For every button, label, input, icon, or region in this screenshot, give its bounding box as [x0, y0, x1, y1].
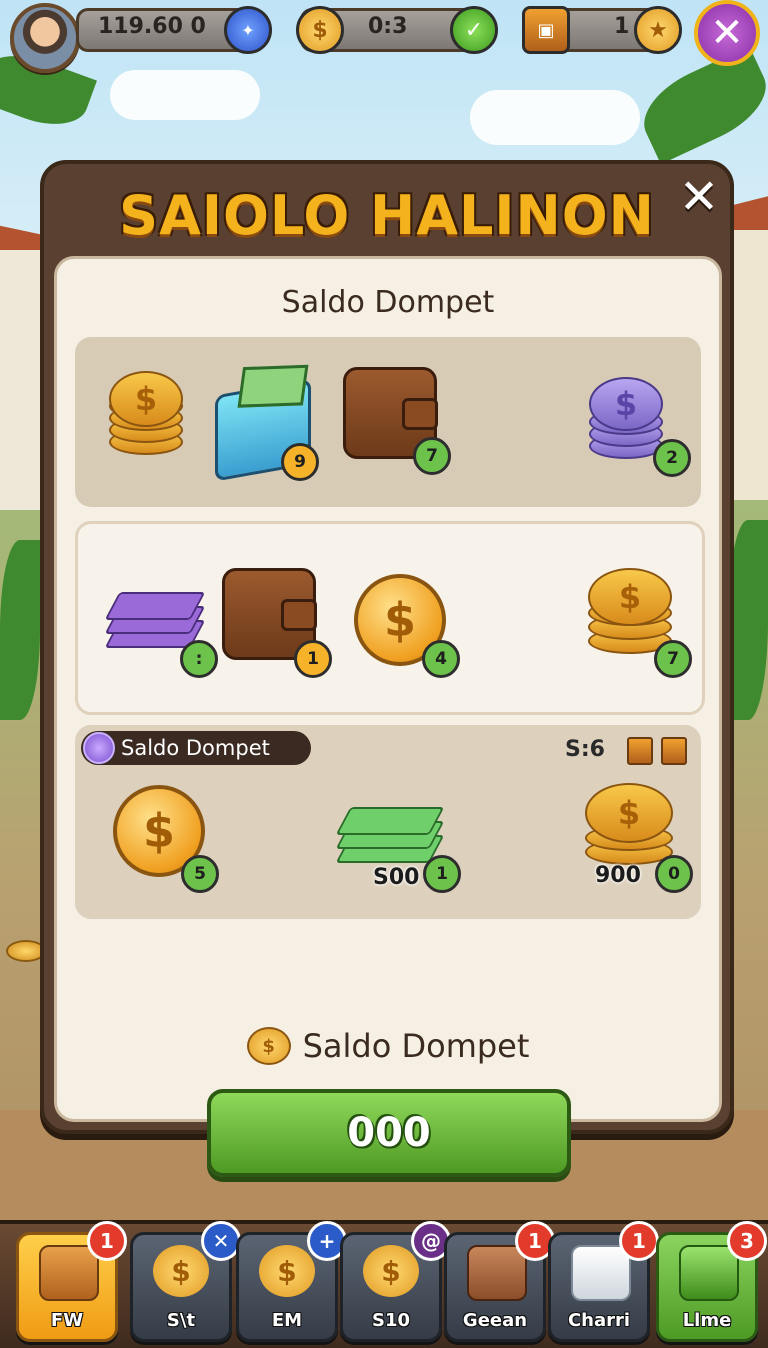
coin-icon: $	[246, 1027, 291, 1065]
gold-coin-stack-item[interactable]: $ 900 0	[585, 783, 693, 893]
item-count-badge: 2	[653, 439, 691, 477]
nav-button-s10[interactable]: $ S10 @	[340, 1221, 451, 1342]
player-avatar[interactable]	[10, 3, 80, 73]
row-tag: S:6	[565, 737, 605, 762]
nav-button-fw[interactable]: FW 1	[16, 1221, 127, 1342]
wallet-cash-item[interactable]: 1	[222, 568, 332, 678]
bush	[0, 540, 40, 720]
chest-icon	[467, 1245, 527, 1301]
green-cash-stack-item[interactable]: S00 1	[335, 791, 461, 893]
blue-gem-icon[interactable]: ✦	[224, 6, 272, 54]
item-count-badge: 7	[413, 437, 451, 475]
wallet-modal: SAIOLO HALINON ✕ Saldo Dompet $ 9 7 $ 2 …	[40, 160, 734, 1177]
purple-coin-stack-item[interactable]: $ 2	[589, 377, 691, 477]
crate-icon	[39, 1245, 99, 1301]
nav-label: FW	[50, 1310, 84, 1331]
level-value: 1	[614, 14, 630, 39]
item-count-badge: 1	[423, 855, 461, 893]
modal-title: SAIOLO HALINON	[119, 184, 655, 247]
palm-leaf	[631, 45, 768, 165]
close-icon[interactable]: ✕	[694, 0, 760, 66]
check-icon[interactable]: ✓	[450, 6, 498, 54]
nav-button-charri[interactable]: Charri 1	[548, 1221, 659, 1342]
green-cash-stack-icon	[335, 791, 445, 863]
star-icon: ★	[634, 6, 682, 54]
purple-gem-icon	[83, 732, 115, 764]
item-amount: 900	[595, 863, 641, 888]
cube-icon	[571, 1245, 631, 1301]
item-amount: S00	[373, 865, 420, 890]
nav-label: Geean	[462, 1310, 528, 1331]
nav-label: Charri	[567, 1310, 631, 1331]
wallet-balance-label: $ Saldo Dompet	[57, 1027, 719, 1065]
notification-badge: 3	[727, 1221, 767, 1261]
wallet-balance-pill: Saldo Dompet	[81, 731, 311, 765]
nav-label: EM	[271, 1310, 303, 1331]
pill-label: Saldo Dompet	[121, 736, 270, 760]
gold-coin-stack-icon: $	[588, 568, 672, 654]
item-count-badge: 9	[281, 443, 319, 481]
gold-coin-stack-item[interactable]: $ 7	[588, 568, 692, 678]
reward-row-3: Saldo Dompet S:6 $ 5 S00 1 $ 900 0	[75, 725, 701, 919]
gold-coin-item[interactable]: $ 5	[113, 785, 219, 893]
bush	[728, 520, 768, 720]
reward-row-2: : 1 $ 4 $ 7	[75, 521, 705, 715]
purple-gem-stack-item[interactable]: :	[104, 580, 218, 678]
coin-icon: $	[363, 1245, 419, 1297]
wallet-item[interactable]: 7	[343, 367, 451, 475]
gold-coin-stack-icon: $	[109, 371, 183, 455]
cloud	[110, 70, 260, 120]
nav-label: S10	[371, 1310, 410, 1331]
timer-value: 0:3	[368, 14, 408, 39]
coin-icon: $	[296, 6, 344, 54]
notification-badge: 1	[619, 1221, 659, 1261]
confirm-button[interactable]: 000	[207, 1089, 571, 1177]
bottom-nav: FW 1 $ S\t ✕ $ EM + $ S10 @ Geean 1 Char…	[0, 1220, 768, 1348]
item-count-badge: :	[180, 640, 218, 678]
chest-icon	[627, 737, 653, 765]
item-count-badge: 4	[422, 640, 460, 678]
modal-body: Saldo Dompet $ 9 7 $ 2: 1 $ 4 $ 7 Saldo…	[54, 256, 722, 1177]
nav-button-geean[interactable]: Geean 1	[444, 1221, 555, 1342]
coins-value: 119.60 0	[98, 14, 206, 39]
coin-stack-icon: $	[153, 1245, 209, 1297]
wallet-header: Saldo Dompet	[281, 285, 495, 320]
notification-badge: 1	[87, 1221, 127, 1261]
item-count-badge: 5	[181, 855, 219, 893]
top-hud: 119.60 0 ✦ $ 0:3 ✓ ▣ 1 ★ ✕	[0, 0, 768, 73]
purple-gem-stack-icon	[104, 580, 206, 650]
cash-bundle-item[interactable]: 9	[215, 378, 319, 482]
green-stack-icon	[679, 1245, 739, 1301]
gold-coin-stack-icon: $	[585, 783, 673, 865]
balance-label-text: Saldo Dompet	[302, 1027, 530, 1065]
chest-icon: ▣	[522, 6, 570, 54]
item-count-badge: 0	[655, 855, 693, 893]
nav-label: Llme	[682, 1310, 732, 1331]
nav-button-em[interactable]: $ EM +	[236, 1221, 347, 1342]
reward-row-1: $ 9 7 $ 2	[75, 337, 701, 507]
notification-badge: ✕	[201, 1221, 241, 1261]
nav-button-sst[interactable]: $ S\t ✕	[130, 1221, 241, 1342]
nav-button-llme[interactable]: Llme 3	[656, 1221, 767, 1342]
cloud	[470, 90, 640, 145]
chest-icon	[661, 737, 687, 765]
item-count-badge: 7	[654, 640, 692, 678]
modal-close-button[interactable]: ✕	[674, 169, 724, 225]
item-count-badge: 1	[294, 640, 332, 678]
gold-coin-item[interactable]: $ 4	[354, 574, 460, 678]
coin-icon: $	[259, 1245, 315, 1297]
purple-coin-stack-icon: $	[589, 377, 663, 459]
gold-coin-stack-item[interactable]: $	[109, 371, 183, 455]
nav-label: S\t	[166, 1310, 196, 1331]
